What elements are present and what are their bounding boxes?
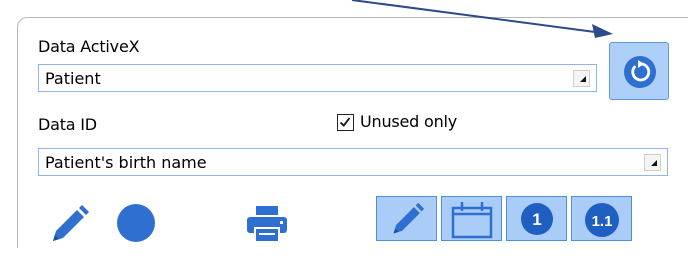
unused-only-checkbox[interactable] <box>337 114 354 131</box>
data-id-label: Data ID <box>38 115 97 134</box>
refresh-button[interactable] <box>609 42 669 100</box>
dropdown-arrow-icon <box>580 76 586 82</box>
data-activex-label: Data ActiveX <box>38 37 140 56</box>
number-one-icon: 1 <box>521 203 553 235</box>
calendar-icon <box>451 202 493 239</box>
data-activex-dropdown-button[interactable] <box>573 70 590 87</box>
svg-text:1.1: 1.1 <box>592 213 613 230</box>
pencil-icon <box>393 202 425 234</box>
svg-text:1: 1 <box>532 210 541 229</box>
data-activex-value: Patient <box>45 69 101 88</box>
edit-mode-button[interactable] <box>376 196 437 241</box>
printer-icon[interactable] <box>246 205 288 243</box>
refresh-icon <box>624 56 656 88</box>
data-id-select[interactable]: Patient's birth name <box>38 148 668 176</box>
data-id-dropdown-button[interactable] <box>644 154 661 171</box>
number-format-decimal-button[interactable]: 1.1 <box>571 196 632 241</box>
number-format-integer-button[interactable]: 1 <box>506 196 567 241</box>
circle-icon[interactable] <box>116 203 156 243</box>
pencil-icon[interactable] <box>50 204 90 244</box>
unused-only-label: Unused only <box>360 112 458 131</box>
data-id-value: Patient's birth name <box>45 153 207 172</box>
number-decimal-icon: 1.1 <box>585 203 619 237</box>
checkmark-icon <box>339 117 351 127</box>
calendar-button[interactable] <box>441 196 502 241</box>
dropdown-arrow-icon <box>651 160 657 166</box>
data-activex-select[interactable]: Patient <box>38 64 597 92</box>
